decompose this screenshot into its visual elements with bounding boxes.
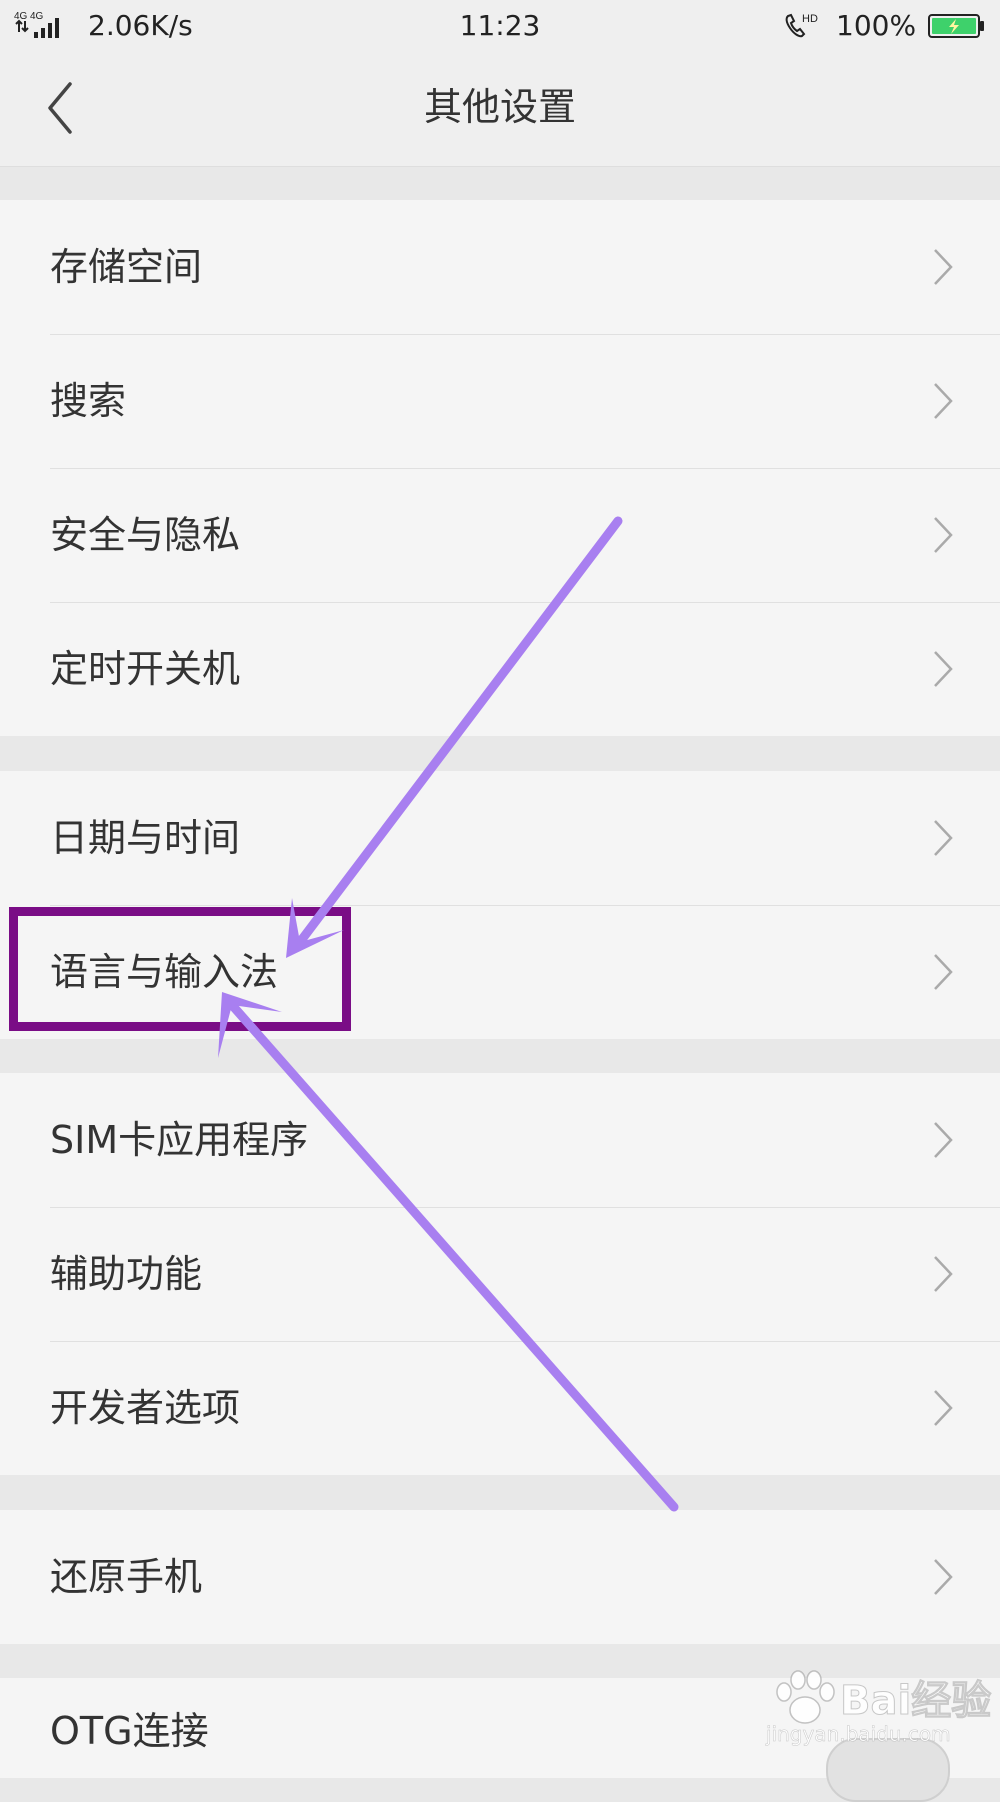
status-bar: 4G 4G 2.06K/s 11:23 HD 100%: [0, 0, 1000, 52]
watermark-url: jingyan.baidu.com: [766, 1722, 951, 1747]
settings-item-label: 辅助功能: [50, 1252, 203, 1296]
settings-item-developer-options[interactable]: 开发者选项: [0, 1341, 1000, 1475]
settings-item-label: 搜索: [50, 379, 127, 423]
battery-percent: 100%: [836, 9, 917, 42]
settings-item-storage[interactable]: 存储空间: [0, 200, 1000, 334]
chevron-right-icon: [934, 517, 953, 553]
settings-item-reset-phone[interactable]: 还原手机: [0, 1510, 1000, 1644]
paw-icon: [776, 1670, 835, 1724]
page-title: 其他设置: [423, 85, 576, 129]
settings-item-accessibility[interactable]: 辅助功能: [0, 1207, 1000, 1341]
watermark-brand: Bai经验: [839, 1678, 992, 1725]
settings-group-1: 存储空间 搜索 安全与隐私 定时开关机: [0, 200, 1000, 736]
settings-item-label: 定时开关机: [50, 647, 241, 691]
settings-item-label: 日期与时间: [50, 816, 241, 860]
chevron-right-icon: [934, 820, 953, 856]
chevron-right-icon: [934, 954, 953, 990]
chevron-right-icon: [934, 383, 953, 419]
chevron-right-icon: [934, 1256, 953, 1292]
settings-item-label: OTG连接: [50, 1709, 209, 1753]
chevron-right-icon: [934, 1559, 953, 1595]
app-header: 其他设置: [0, 52, 1000, 167]
settings-item-label: 安全与隐私: [50, 513, 241, 557]
settings-item-security-privacy[interactable]: 安全与隐私: [0, 468, 1000, 602]
settings-item-label: 还原手机: [50, 1555, 203, 1599]
hd-call-icon: HD: [782, 10, 822, 42]
svg-text:HD: HD: [802, 13, 818, 25]
settings-item-sim-apps[interactable]: SIM卡应用程序: [0, 1073, 1000, 1207]
chevron-right-icon: [934, 249, 953, 285]
chevron-right-icon: [934, 1390, 953, 1426]
settings-item-label: 存储空间: [50, 245, 203, 289]
settings-item-date-time[interactable]: 日期与时间: [0, 771, 1000, 905]
settings-item-label: 开发者选项: [50, 1386, 241, 1430]
annotation-highlight-box: [9, 907, 351, 1031]
settings-group-3: SIM卡应用程序 辅助功能 开发者选项: [0, 1073, 1000, 1475]
settings-group-4: 还原手机: [0, 1510, 1000, 1644]
battery-charging-icon: [928, 14, 986, 38]
chevron-right-icon: [934, 1122, 953, 1158]
settings-item-search[interactable]: 搜索: [0, 334, 1000, 468]
settings-item-label: SIM卡应用程序: [50, 1118, 309, 1162]
settings-item-scheduled-power[interactable]: 定时开关机: [0, 602, 1000, 736]
baidu-watermark: Bai经验 jingyan.baidu.com: [762, 1668, 992, 1758]
chevron-right-icon: [934, 651, 953, 687]
